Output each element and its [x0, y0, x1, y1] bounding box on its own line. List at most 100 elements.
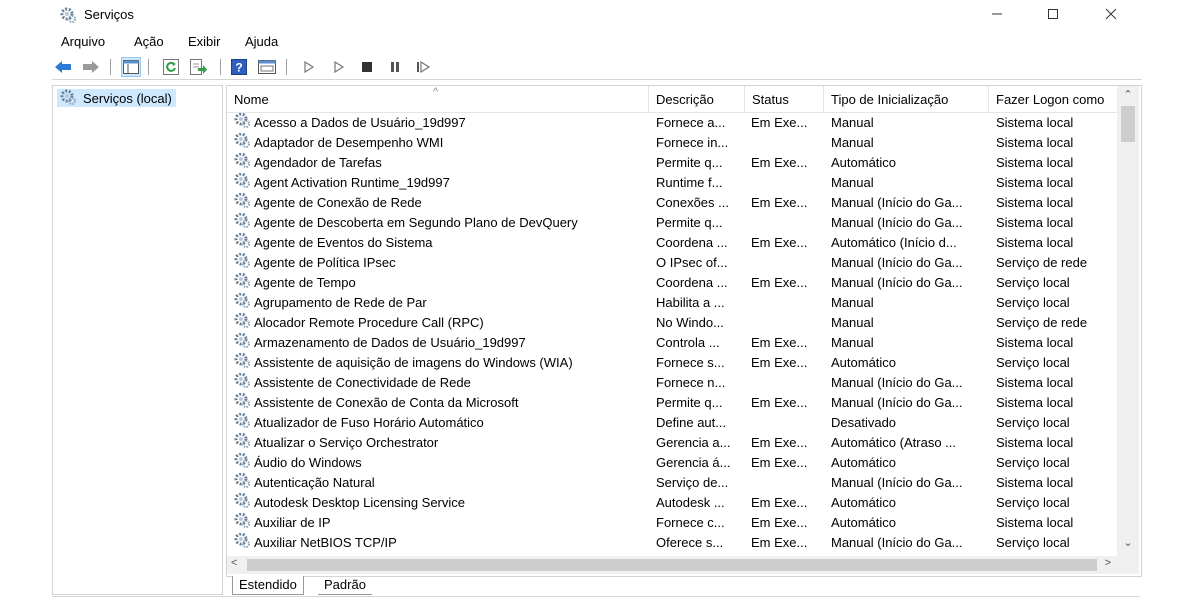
table-row[interactable]: Agrupamento de Rede de Par Habilita a ...… — [227, 293, 1117, 313]
service-logon-as: Sistema local — [996, 155, 1074, 170]
service-status: Em Exe... — [751, 335, 808, 350]
service-logon-as: Serviço de rede — [996, 315, 1088, 330]
service-gear-icon — [233, 173, 251, 193]
column-header-fazer-logon[interactable]: Fazer Logon como — [989, 86, 1117, 112]
help-icon[interactable]: ? — [230, 58, 248, 76]
export-list-icon[interactable] — [190, 58, 208, 76]
close-button[interactable] — [1088, 0, 1134, 28]
menu-acao[interactable]: Ação — [134, 34, 164, 49]
table-row[interactable]: Adaptador de Desempenho WMI Fornece in...… — [227, 133, 1117, 153]
toolbar-separator — [110, 59, 111, 75]
service-status: Em Exe... — [751, 455, 808, 470]
service-description: O IPsec of... — [656, 255, 728, 270]
service-gear-icon — [233, 393, 251, 413]
table-row[interactable]: Autodesk Desktop Licensing Service Autode… — [227, 493, 1117, 513]
table-row[interactable]: Assistente de Conectividade de Rede Forne… — [227, 373, 1117, 393]
service-name-cell: Autenticação Natural — [233, 473, 651, 493]
refresh-icon[interactable] — [162, 58, 180, 76]
forward-arrow-icon[interactable] — [82, 58, 100, 76]
service-name-cell: Auxiliar de IP — [233, 513, 651, 533]
start-service-icon[interactable] — [300, 58, 318, 76]
table-row[interactable]: Agente de Eventos do Sistema Coordena ...… — [227, 233, 1117, 253]
table-row[interactable]: Auxiliar NetBIOS TCP/IP Oferece s... Em Ex… — [227, 533, 1117, 553]
table-row[interactable]: Agendador de Tarefas Permite q... Em Exe..… — [227, 153, 1117, 173]
service-logon-as: Sistema local — [996, 375, 1074, 390]
service-name-cell: Agent Activation Runtime_19d997 — [233, 173, 651, 193]
service-status: Em Exe... — [751, 435, 808, 450]
tab-estendido[interactable]: Estendido — [232, 576, 304, 595]
scroll-left-icon[interactable]: < — [231, 557, 237, 569]
services-gear-icon — [59, 6, 77, 24]
table-row[interactable]: Agente de Conexão de Rede Conexões ... Em … — [227, 193, 1117, 213]
service-name-cell: Agente de Eventos do Sistema — [233, 233, 651, 253]
column-header-nome[interactable]: Nome — [227, 86, 649, 112]
tab-padrao[interactable]: Padrão — [318, 576, 372, 595]
scroll-right-icon[interactable]: > — [1105, 557, 1111, 569]
service-status: Em Exe... — [751, 115, 808, 130]
table-row[interactable]: Assistente de aquisição de imagens do Wi… — [227, 353, 1117, 373]
service-status — [751, 293, 821, 313]
table-row[interactable]: Atualizar o Serviço Orchestrator Gerencia… — [227, 433, 1117, 453]
tree-item-servicos-local[interactable]: Serviços (local) — [57, 89, 176, 107]
column-header-status[interactable]: Status — [745, 86, 824, 112]
service-gear-icon — [233, 153, 251, 173]
column-header-tipo-inicializacao[interactable]: Tipo de Inicialização — [824, 86, 989, 112]
service-logon-as: Sistema local — [996, 215, 1074, 230]
vertical-scroll-thumb[interactable] — [1121, 106, 1135, 142]
table-row[interactable]: Auxiliar de IP Fornece c... Em Exe... Autom… — [227, 513, 1117, 533]
service-name: Áudio do Windows — [254, 455, 362, 470]
table-row[interactable]: Atualizador de Fuso Horário Automático De… — [227, 413, 1117, 433]
maximize-button[interactable] — [1030, 0, 1076, 28]
scroll-down-icon[interactable]: ⌄ — [1117, 536, 1139, 554]
service-logon-as: Serviço local — [996, 275, 1070, 290]
minimize-button[interactable] — [974, 0, 1020, 28]
services-gear-icon — [59, 88, 77, 109]
table-row[interactable]: Assistente de Conexão de Conta da Micros… — [227, 393, 1117, 413]
service-description: Fornece s... — [656, 355, 725, 370]
service-startup-type: Automático — [831, 495, 897, 510]
console-tree: Serviços (local) — [52, 85, 223, 595]
service-gear-icon — [233, 413, 251, 433]
service-status — [751, 413, 821, 433]
pause-service-icon[interactable] — [386, 58, 404, 76]
table-row[interactable]: Alocador Remote Procedure Call (RPC) No W… — [227, 313, 1117, 333]
service-logon-as: Serviço local — [996, 355, 1070, 370]
service-startup-type: Automático — [831, 515, 897, 530]
service-name: Assistente de aquisição de imagens do Wi… — [254, 355, 573, 370]
stop-service-icon[interactable] — [358, 58, 376, 76]
table-row[interactable]: Agente de Tempo Coordena ... Em Exe... Manu… — [227, 273, 1117, 293]
menu-ajuda[interactable]: Ajuda — [245, 34, 278, 49]
table-row[interactable]: Acesso a Dados de Usuário_19d997 Fornece … — [227, 113, 1117, 133]
service-gear-icon — [233, 493, 251, 513]
table-row[interactable]: Armazenamento de Dados de Usuário_19d997… — [227, 333, 1117, 353]
service-startup-type: Manual — [831, 115, 874, 130]
back-arrow-icon[interactable] — [54, 58, 72, 76]
menu-exibir[interactable]: Exibir — [188, 34, 221, 49]
service-logon-as: Sistema local — [996, 235, 1074, 250]
column-header-descricao[interactable]: Descrição — [649, 86, 745, 112]
table-row[interactable]: Agente de Política IPsec O IPsec of... Man… — [227, 253, 1117, 273]
scroll-up-icon[interactable]: ⌃ — [1117, 88, 1139, 106]
start-service-alt-icon[interactable] — [330, 58, 348, 76]
service-gear-icon — [233, 333, 251, 353]
service-description: Autodesk ... — [656, 495, 725, 510]
menu-arquivo[interactable]: Arquivo — [61, 34, 105, 49]
service-description: Gerencia á... — [656, 455, 731, 470]
service-status: Em Exe... — [751, 235, 808, 250]
resume-service-icon[interactable] — [414, 58, 432, 76]
service-name-cell: Auxiliar NetBIOS TCP/IP — [233, 533, 651, 553]
show-hide-tree-icon[interactable] — [121, 57, 141, 77]
table-row[interactable]: Áudio do Windows Gerencia á... Em Exe... Au… — [227, 453, 1117, 473]
service-description: Define aut... — [656, 415, 727, 430]
menu-bar: Arquivo Ação Exibir Ajuda — [0, 32, 1200, 52]
vertical-scrollbar[interactable]: ⌃ ⌄ — [1117, 86, 1139, 556]
horizontal-scroll-thumb[interactable] — [247, 559, 1097, 571]
table-row[interactable]: Agent Activation Runtime_19d997 Runtime f… — [227, 173, 1117, 193]
service-status — [751, 133, 821, 153]
service-startup-type: Automático — [831, 355, 897, 370]
service-startup-type: Manual (Início do Ga... — [831, 375, 963, 390]
table-row[interactable]: Agente de Descoberta em Segundo Plano de… — [227, 213, 1117, 233]
table-row[interactable]: Autenticação Natural Serviço de... Manual … — [227, 473, 1117, 493]
properties-icon[interactable] — [258, 58, 276, 76]
horizontal-scrollbar[interactable]: < > — [227, 556, 1139, 574]
